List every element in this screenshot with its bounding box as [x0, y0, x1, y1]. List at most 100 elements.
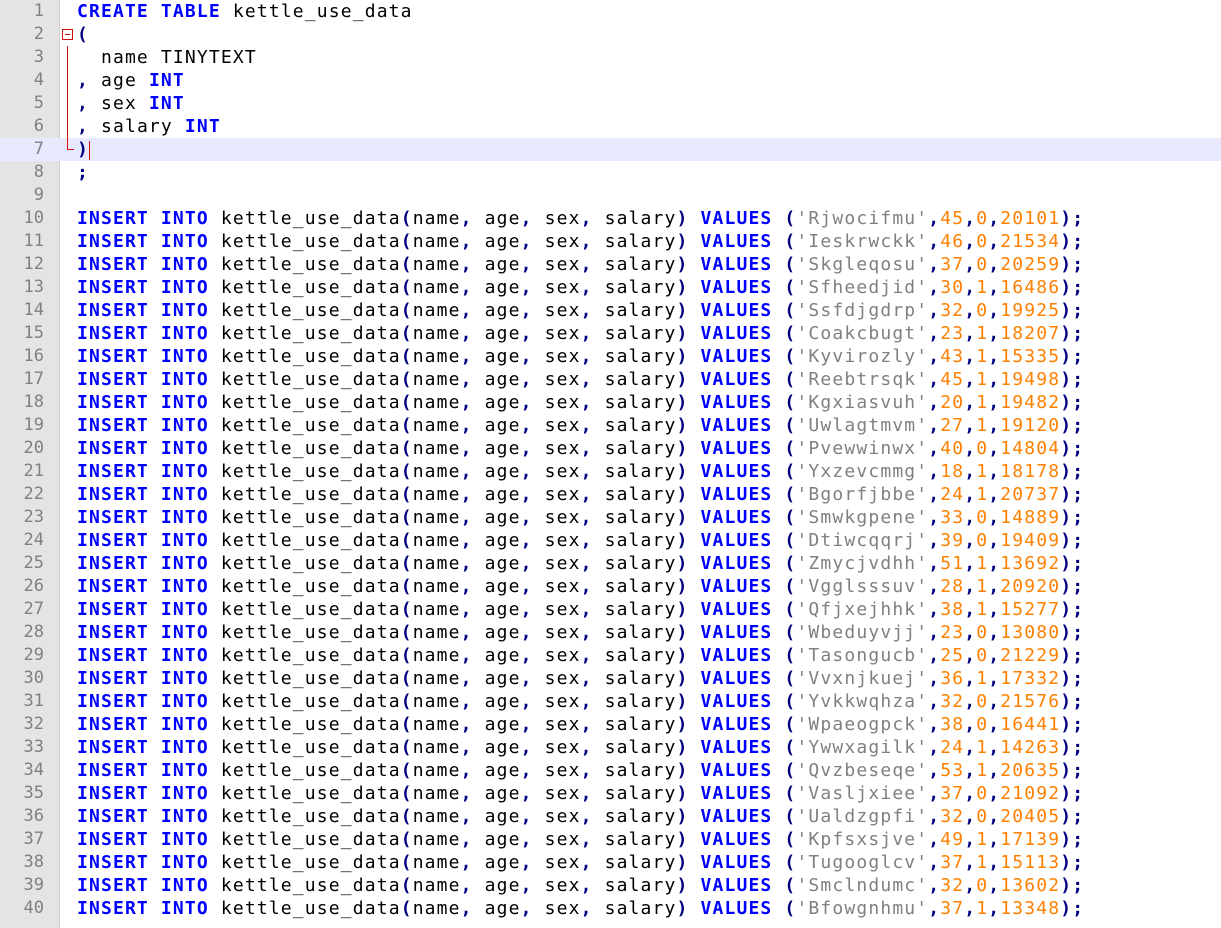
code-line[interactable]: 15 INSERT INTO kettle_use_data(name, age,…	[0, 322, 1221, 345]
operator-token: ,	[964, 530, 977, 551]
code-line[interactable]: 18 INSERT INTO kettle_use_data(name, age,…	[0, 391, 1221, 414]
code-line[interactable]: 2(	[0, 23, 1221, 46]
code-line[interactable]: 36 INSERT INTO kettle_use_data(name, age,…	[0, 805, 1221, 828]
code-line[interactable]: 40 INSERT INTO kettle_use_data(name, age,…	[0, 897, 1221, 920]
number-literal: 37	[940, 254, 965, 275]
keyword-token: INSERT	[77, 599, 149, 620]
number-literal: 17332	[1000, 668, 1061, 689]
string-literal: 'Skgleqosu'	[796, 254, 929, 275]
code-line[interactable]: 25 INSERT INTO kettle_use_data(name, age,…	[0, 552, 1221, 575]
code-line[interactable]: 4, age INT	[0, 69, 1221, 92]
fold-line-marker	[62, 69, 73, 92]
line-number: 35	[23, 783, 44, 803]
number-literal: 0	[976, 530, 989, 551]
code-line[interactable]: 22 INSERT INTO kettle_use_data(name, age,…	[0, 483, 1221, 506]
keyword-token: VALUES	[700, 898, 773, 919]
string-literal: 'Qfjxejhhk'	[796, 599, 929, 620]
operator-token: ,	[580, 369, 593, 390]
code-line[interactable]: 10 INSERT INTO kettle_use_data(name, age,…	[0, 207, 1221, 230]
operator-token: (	[784, 530, 797, 551]
table-name-token: kettle_use_data	[220, 346, 401, 367]
code-line[interactable]: 11 INSERT INTO kettle_use_data(name, age,…	[0, 230, 1221, 253]
code-line[interactable]: 8;	[0, 161, 1221, 184]
operator-token: ,	[520, 599, 533, 620]
operator-token: ,	[580, 277, 593, 298]
code-line[interactable]: 26 INSERT INTO kettle_use_data(name, age,…	[0, 575, 1221, 598]
operator-token: ,	[580, 208, 593, 229]
operator-token: ,	[460, 599, 473, 620]
keyword-token: INSERT	[77, 369, 149, 390]
code-line[interactable]: 37 INSERT INTO kettle_use_data(name, age,…	[0, 828, 1221, 851]
code-line[interactable]: 39 INSERT INTO kettle_use_data(name, age,…	[0, 874, 1221, 897]
code-line[interactable]: 9	[0, 184, 1221, 207]
code-line[interactable]: 17 INSERT INTO kettle_use_data(name, age,…	[0, 368, 1221, 391]
code-line[interactable]: 12 INSERT INTO kettle_use_data(name, age,…	[0, 253, 1221, 276]
code-line[interactable]: 19 INSERT INTO kettle_use_data(name, age,…	[0, 414, 1221, 437]
code-line[interactable]: 1 CREATE TABLE kettle_use_data	[0, 0, 1221, 23]
keyword-token: INTO	[160, 875, 209, 896]
code-lines[interactable]: 1 CREATE TABLE kettle_use_data 2(3 name TI…	[0, 0, 1221, 920]
keyword-token: VALUES	[700, 484, 773, 505]
code-line[interactable]: 33 INSERT INTO kettle_use_data(name, age,…	[0, 736, 1221, 759]
code-line[interactable]: 23 INSERT INTO kettle_use_data(name, age,…	[0, 506, 1221, 529]
code-line[interactable]: 6, salary INT	[0, 115, 1221, 138]
code-line[interactable]: 16 INSERT INTO kettle_use_data(name, age,…	[0, 345, 1221, 368]
keyword-token: INTO	[160, 806, 209, 827]
operator-token: ;	[1072, 208, 1085, 229]
code-line[interactable]: 14 INSERT INTO kettle_use_data(name, age,…	[0, 299, 1221, 322]
line-number: 39	[23, 875, 44, 895]
operator-token: ,	[964, 714, 977, 735]
keyword-token: INSERT	[77, 898, 149, 919]
code-line[interactable]: 34 INSERT INTO kettle_use_data(name, age,…	[0, 759, 1221, 782]
keyword-token: INSERT	[77, 277, 149, 298]
code-line[interactable]: 21 INSERT INTO kettle_use_data(name, age,…	[0, 460, 1221, 483]
table-name-token: kettle_use_data	[220, 277, 401, 298]
column-token: age	[484, 277, 521, 298]
keyword-token: VALUES	[700, 530, 773, 551]
table-name-token: kettle_use_data	[220, 737, 401, 758]
code-line[interactable]: 29 INSERT INTO kettle_use_data(name, age,…	[0, 644, 1221, 667]
operator-token: ;	[77, 162, 89, 183]
column-token: age	[484, 231, 521, 252]
column-token: salary	[604, 599, 677, 620]
operator-token: ,	[460, 231, 473, 252]
line-number: 37	[23, 829, 44, 849]
code-line[interactable]: 20 INSERT INTO kettle_use_data(name, age,…	[0, 437, 1221, 460]
line-number: 6	[33, 116, 44, 136]
operator-token: )	[1060, 760, 1073, 781]
code-line[interactable]: 31 INSERT INTO kettle_use_data(name, age,…	[0, 690, 1221, 713]
operator-token: ,	[964, 300, 977, 321]
number-literal: 1	[976, 760, 989, 781]
code-line[interactable]: 28 INSERT INTO kettle_use_data(name, age,…	[0, 621, 1221, 644]
code-line[interactable]: 30 INSERT INTO kettle_use_data(name, age,…	[0, 667, 1221, 690]
code-line[interactable]: 13 INSERT INTO kettle_use_data(name, age,…	[0, 276, 1221, 299]
operator-token: )	[676, 829, 689, 850]
code-line[interactable]: 7)	[0, 138, 1221, 161]
code-line[interactable]: 35 INSERT INTO kettle_use_data(name, age,…	[0, 782, 1221, 805]
code-line[interactable]: 24 INSERT INTO kettle_use_data(name, age,…	[0, 529, 1221, 552]
operator-token: )	[676, 599, 689, 620]
code-line[interactable]: 3 name TINYTEXT	[0, 46, 1221, 69]
code-line[interactable]: 5, sex INT	[0, 92, 1221, 115]
code-editor[interactable]: 1 CREATE TABLE kettle_use_data 2(3 name TI…	[0, 0, 1221, 928]
code-line[interactable]: 27 INSERT INTO kettle_use_data(name, age,…	[0, 598, 1221, 621]
operator-token: ,	[460, 369, 473, 390]
code-line[interactable]: 32 INSERT INTO kettle_use_data(name, age,…	[0, 713, 1221, 736]
code-line[interactable]: 38 INSERT INTO kettle_use_data(name, age,…	[0, 851, 1221, 874]
fold-minus-icon[interactable]	[62, 23, 73, 46]
